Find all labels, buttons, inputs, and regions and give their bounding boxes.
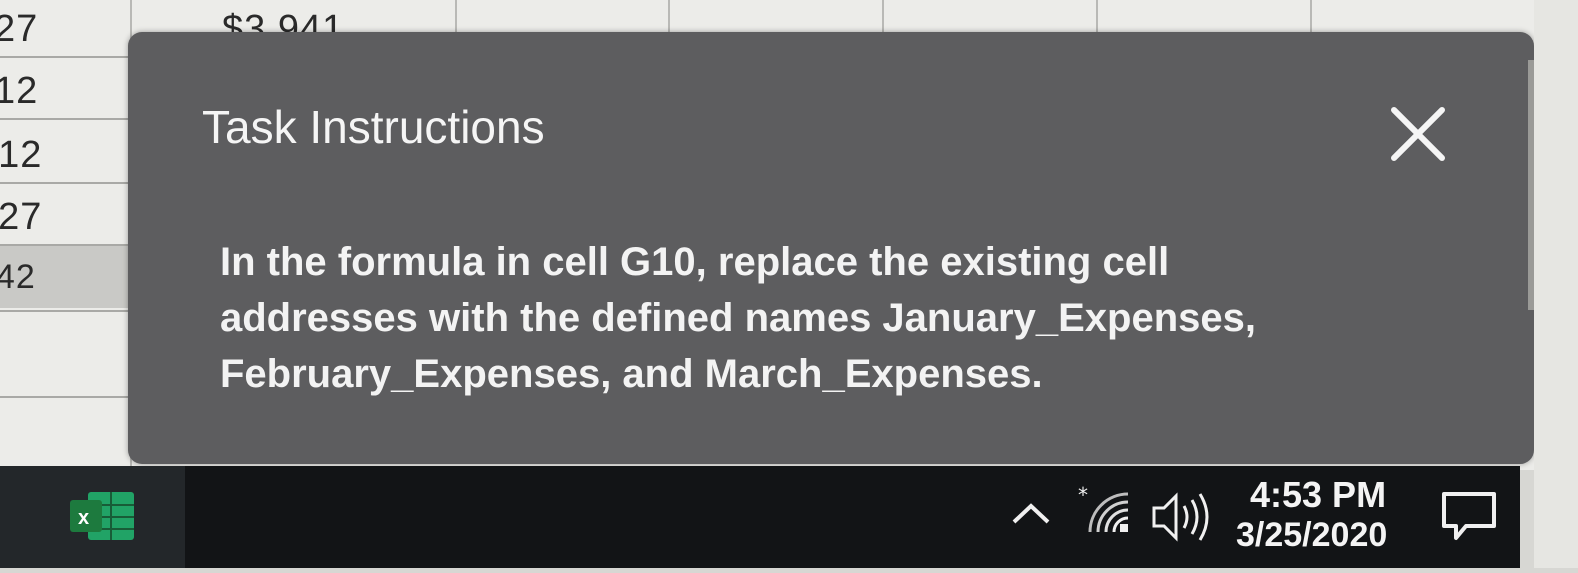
task-instructions-dialog: Task Instructions In the formula in cell… <box>128 32 1534 464</box>
cell-value[interactable]: 212 <box>0 134 42 177</box>
svg-text:x: x <box>78 507 89 529</box>
action-center-button[interactable] <box>1436 466 1500 568</box>
volume-button[interactable] <box>1148 466 1212 568</box>
taskbar: x * 4:53 PM 3/25/2020 <box>0 466 1520 568</box>
cell-value[interactable]: 27 <box>0 8 38 51</box>
taskbar-app-slot: x <box>0 466 185 568</box>
close-icon <box>1391 107 1445 161</box>
excel-icon[interactable]: x <box>66 488 138 544</box>
volume-icon <box>1152 492 1209 542</box>
svg-text:*: * <box>1078 483 1088 507</box>
wifi-icon: * <box>1078 483 1129 533</box>
network-button[interactable]: * <box>1076 466 1136 568</box>
screen-bezel <box>1534 0 1578 568</box>
instruction-text: In the formula in cell G10, replace the … <box>220 240 1256 396</box>
clock-date[interactable]: 3/25/2020 <box>1236 516 1387 555</box>
clock-time[interactable]: 4:53 PM <box>1250 474 1386 516</box>
cell-value[interactable]: 12 <box>0 70 38 113</box>
cell-value[interactable]: 327 <box>0 196 42 239</box>
chevron-up-icon <box>1012 503 1050 524</box>
scrollbar[interactable] <box>1528 60 1534 310</box>
close-button[interactable] <box>1386 102 1450 166</box>
show-hidden-icons-button[interactable] <box>1008 466 1054 568</box>
notification-icon <box>1442 492 1496 540</box>
dialog-title: Task Instructions <box>202 101 545 153</box>
cell-value[interactable]: 442 <box>0 258 36 297</box>
